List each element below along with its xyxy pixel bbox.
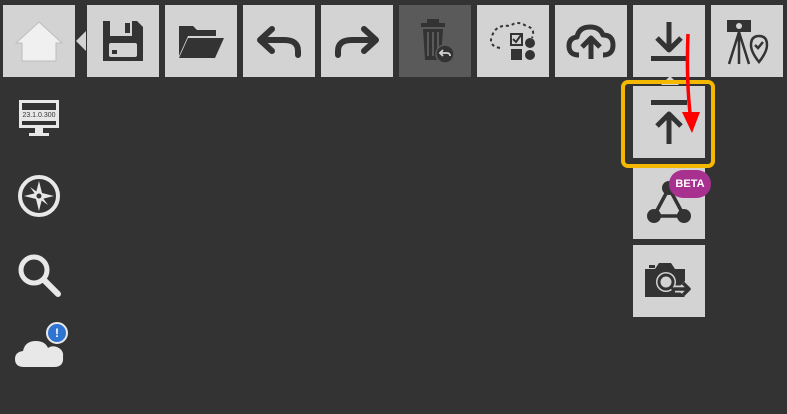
search-icon bbox=[18, 254, 61, 297]
open-button[interactable] bbox=[165, 5, 237, 77]
camera-search-export-icon bbox=[645, 263, 693, 298]
floppy-disk-icon bbox=[103, 21, 143, 61]
home-pointer bbox=[76, 31, 86, 51]
download-arrow-icon bbox=[651, 22, 687, 61]
highlight-box bbox=[621, 80, 715, 168]
cloud-upload-icon bbox=[566, 24, 616, 59]
beta-badge: BETA bbox=[669, 170, 711, 198]
survey-location-button[interactable] bbox=[711, 5, 783, 77]
lasso-select-icon bbox=[490, 22, 535, 60]
home-icon bbox=[14, 21, 64, 62]
survey-tripod-location-icon bbox=[727, 20, 769, 65]
home-button[interactable] bbox=[3, 5, 75, 77]
compass-icon bbox=[18, 175, 60, 217]
screenshot-export-item[interactable] bbox=[633, 245, 705, 317]
redo-arrow-icon bbox=[335, 26, 379, 58]
folder-open-icon bbox=[179, 26, 224, 58]
search-button[interactable] bbox=[14, 250, 64, 300]
download-button[interactable] bbox=[633, 5, 705, 77]
upload-cloud-button[interactable] bbox=[555, 5, 627, 77]
redo-button[interactable] bbox=[321, 5, 393, 77]
restore-deleted-button[interactable] bbox=[399, 5, 471, 77]
navigation-button[interactable] bbox=[14, 171, 64, 221]
save-button[interactable] bbox=[87, 5, 159, 77]
notification-badge: ! bbox=[46, 322, 68, 344]
undo-arrow-icon bbox=[257, 26, 301, 58]
select-objects-button[interactable] bbox=[477, 5, 549, 77]
version-label: 23.1.0.300 bbox=[22, 110, 56, 121]
trash-restore-icon bbox=[421, 19, 455, 64]
system-info[interactable]: 23.1.0.300 bbox=[14, 96, 64, 142]
undo-button[interactable] bbox=[243, 5, 315, 77]
